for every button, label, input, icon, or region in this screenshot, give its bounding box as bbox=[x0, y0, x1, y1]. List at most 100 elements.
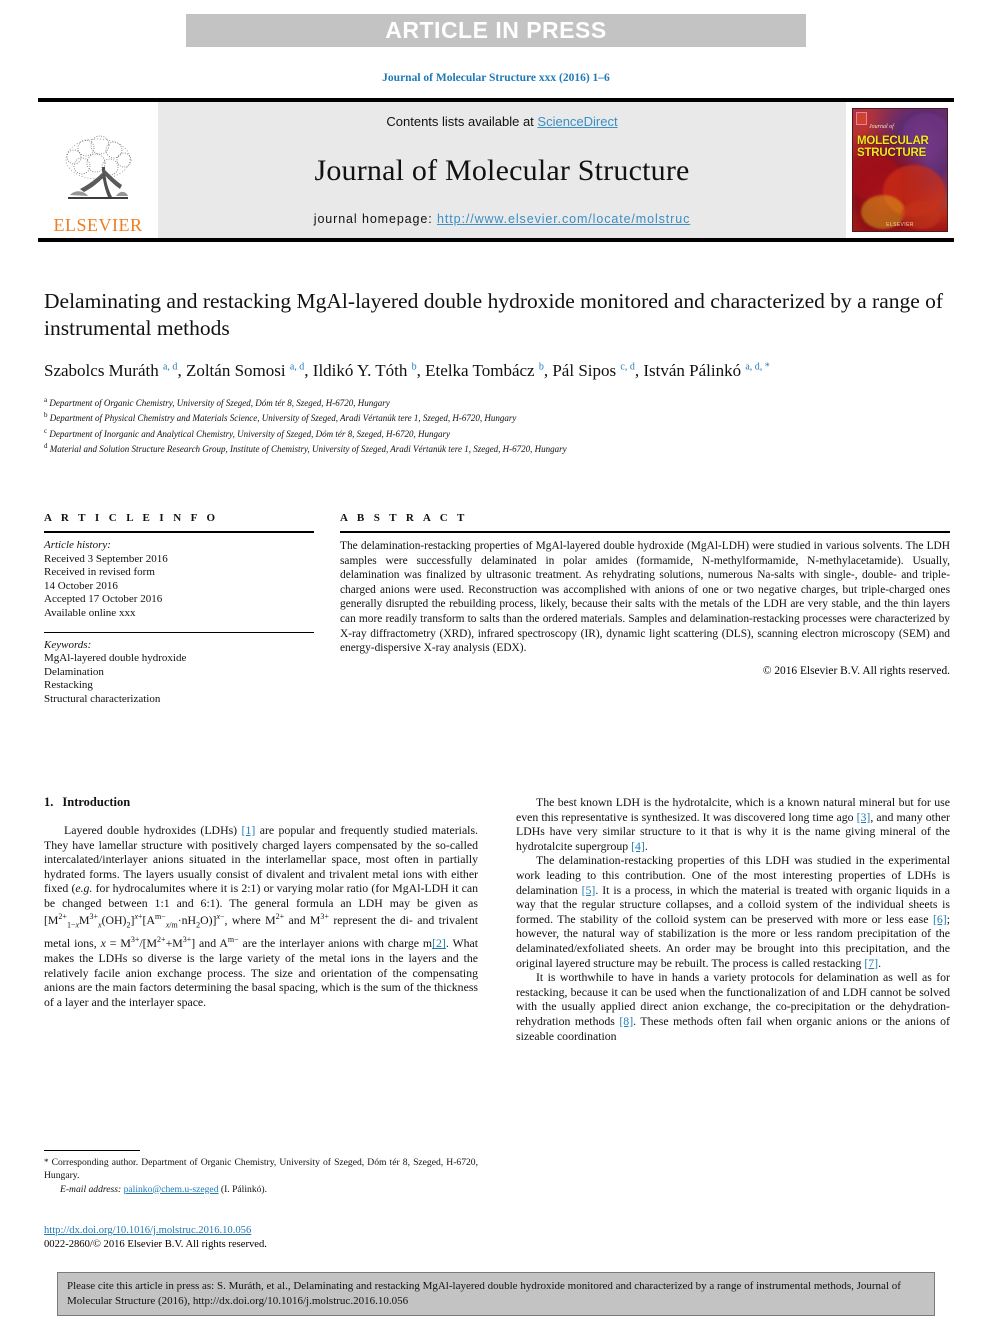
author-separator: , bbox=[416, 360, 426, 380]
section-heading-introduction: 1. Introduction bbox=[44, 795, 478, 810]
affiliation-item: d Material and Solution Structure Resear… bbox=[44, 440, 944, 456]
author-separator: , bbox=[304, 360, 313, 380]
keyword-item: MgAl-layered double hydroxide bbox=[44, 652, 187, 665]
author-item: Szabolcs Muráth a, d, bbox=[44, 361, 186, 380]
author-item: Etelka Tombácz b, bbox=[425, 361, 552, 380]
footnote-rule bbox=[44, 1150, 140, 1151]
affiliation-item: b Department of Physical Chemistry and M… bbox=[44, 409, 944, 425]
corresponding-author-footnote: * Corresponding author. Department of Or… bbox=[44, 1150, 478, 1196]
cover-elsevier-mark bbox=[856, 112, 867, 125]
reference-link-7[interactable]: [7] bbox=[864, 956, 878, 970]
author-affiliation-marks: a, d, * bbox=[745, 361, 770, 372]
author-separator: , bbox=[177, 360, 186, 380]
author-name: Etelka Tombácz bbox=[425, 360, 535, 380]
cover-title: MOLECULAR STRUCTURE bbox=[857, 135, 929, 159]
section-number: 1. bbox=[44, 795, 54, 809]
keywords-label: Keywords: bbox=[44, 638, 92, 651]
keywords-block: Keywords: MgAl-layered double hydroxide … bbox=[44, 639, 314, 707]
article-history-item: Received 3 September 2016 bbox=[44, 552, 168, 565]
body-column-right: The best known LDH is the hydrotalcite, … bbox=[516, 795, 950, 1043]
cover-title-line2: STRUCTURE bbox=[857, 147, 927, 159]
author-name: Szabolcs Muráth bbox=[44, 360, 159, 380]
elsevier-logo: ELSEVIER bbox=[38, 102, 158, 238]
author-name: Ildikó Y. Tóth bbox=[312, 360, 408, 380]
journal-homepage-link[interactable]: http://www.elsevier.com/locate/molstruc bbox=[437, 212, 690, 226]
contents-lists-prefix: Contents lists available at bbox=[386, 114, 538, 129]
author-name: Pál Sipos bbox=[552, 360, 617, 380]
journal-cover-image: Journal of MOLECULAR STRUCTURE ELSEVIER bbox=[852, 108, 948, 232]
affiliation-item: a Department of Organic Chemistry, Unive… bbox=[44, 394, 944, 410]
article-history-label: Article history: bbox=[44, 539, 111, 551]
title-block: Delaminating and restacking MgAl-layered… bbox=[44, 288, 944, 456]
cover-title-line1: MOLECULAR bbox=[857, 135, 929, 147]
article-info-rule bbox=[44, 531, 314, 533]
article-history-item: Available online xxx bbox=[44, 606, 136, 619]
footnote-star: * bbox=[44, 1157, 49, 1167]
affiliation-mark: a bbox=[44, 395, 48, 404]
corresponding-author-text: Corresponding author. Department of Orga… bbox=[44, 1157, 478, 1181]
author-name: Zoltán Somosi bbox=[185, 360, 286, 380]
contents-lists-line: Contents lists available at ScienceDirec… bbox=[386, 114, 617, 129]
article-history-item: Received in revised form bbox=[44, 566, 155, 579]
article-info-heading: A R T I C L E I N F O bbox=[44, 512, 219, 524]
reference-link-5[interactable]: [5] bbox=[582, 883, 596, 897]
journal-homepage-line: journal homepage: http://www.elsevier.co… bbox=[314, 212, 690, 226]
cover-footer: ELSEVIER bbox=[886, 222, 914, 228]
running-head: Journal of Molecular Structure xxx (2016… bbox=[382, 72, 610, 84]
journal-title: Journal of Molecular Structure bbox=[314, 153, 690, 187]
reference-link-2[interactable]: [2] bbox=[432, 936, 446, 950]
author-affiliation-marks: a, d bbox=[162, 361, 178, 372]
paragraph: It is worthwhile to have in hands a vari… bbox=[516, 970, 950, 1043]
affiliation-text: Department of Inorganic and Analytical C… bbox=[49, 428, 451, 439]
affiliation-text: Department of Physical Chemistry and Mat… bbox=[49, 413, 517, 424]
article-history-item: 14 October 2016 bbox=[44, 579, 118, 592]
reference-link-8[interactable]: [8] bbox=[619, 1014, 633, 1028]
article-history-block: Article history: Received 3 September 20… bbox=[44, 539, 314, 621]
body-column-left: 1. Introduction Layered double hydroxides… bbox=[44, 795, 478, 1043]
email-address-label: E-mail address: bbox=[60, 1183, 122, 1195]
elsevier-wordmark: ELSEVIER bbox=[53, 215, 143, 235]
author-item: Pál Sipos c, d, bbox=[552, 361, 643, 380]
author-item: Zoltán Somosi a, d, bbox=[186, 361, 313, 380]
article-history-item: Accepted 17 October 2016 bbox=[44, 593, 163, 606]
keyword-item: Structural characterization bbox=[44, 692, 161, 705]
keywords-rule bbox=[44, 631, 314, 633]
journal-cover-wrapper: Journal of MOLECULAR STRUCTURE ELSEVIER bbox=[846, 102, 954, 238]
info-abstract-region: A R T I C L E I N F O Article history: R… bbox=[44, 512, 950, 707]
reference-link-3[interactable]: [3] bbox=[857, 810, 871, 824]
body-columns: 1. Introduction Layered double hydroxides… bbox=[44, 795, 950, 1043]
reference-link-6[interactable]: [6] bbox=[933, 912, 947, 926]
elsevier-tree-icon bbox=[58, 133, 138, 215]
footnote-text: * Corresponding author. Department of Or… bbox=[44, 1156, 478, 1196]
paragraph: The best known LDH is the hydrotalcite, … bbox=[516, 795, 950, 853]
page-title: Delaminating and restacking MgAl-layered… bbox=[44, 289, 944, 340]
abstract-column: A B S T R A C T The delamination-restack… bbox=[340, 512, 950, 707]
author-item: István Pálinkó a, d, * bbox=[643, 361, 769, 380]
paragraph: The delamination-restacking properties o… bbox=[516, 853, 951, 970]
affiliation-text: Material and Solution Structure Research… bbox=[49, 444, 567, 455]
sciencedirect-link[interactable]: ScienceDirect bbox=[537, 114, 617, 129]
abstract-rule bbox=[340, 531, 950, 533]
section-title: Introduction bbox=[62, 795, 131, 809]
author-item: Ildikó Y. Tóth b, bbox=[313, 361, 425, 380]
keyword-item: Restacking bbox=[44, 679, 93, 692]
affiliation-text: Department of Organic Chemistry, Univers… bbox=[49, 397, 390, 408]
affiliation-list: a Department of Organic Chemistry, Unive… bbox=[44, 394, 944, 456]
cite-this-article-text: Please cite this article in press as: S.… bbox=[67, 1280, 901, 1307]
cite-this-article-box: Please cite this article in press as: S.… bbox=[57, 1272, 935, 1316]
abstract-text: The delamination-restacking properties o… bbox=[340, 540, 950, 655]
article-info-column: A R T I C L E I N F O Article history: R… bbox=[44, 512, 314, 707]
doi-link[interactable]: http://dx.doi.org/10.1016/j.molstruc.201… bbox=[44, 1225, 251, 1236]
article-in-press-banner: ARTICLE IN PRESS bbox=[186, 14, 806, 47]
journal-masthead: ELSEVIER Contents lists available at Sci… bbox=[38, 98, 954, 242]
journal-homepage-label: journal homepage: bbox=[313, 212, 437, 226]
masthead-center: Contents lists available at ScienceDirec… bbox=[158, 102, 846, 238]
affiliation-mark: c bbox=[44, 426, 48, 435]
reference-link-4[interactable]: [4] bbox=[631, 839, 645, 853]
author-affiliation-marks: a, d bbox=[289, 361, 305, 372]
author-name: István Pálinkó bbox=[643, 360, 742, 380]
author-list: Szabolcs Muráth a, d, Zoltán Somosi a, d… bbox=[44, 355, 944, 382]
email-address-link[interactable]: palinko@chem.u-szeged bbox=[124, 1184, 219, 1195]
abstract-heading: A B S T R A C T bbox=[340, 512, 468, 524]
reference-link-1[interactable]: [1] bbox=[242, 823, 256, 837]
